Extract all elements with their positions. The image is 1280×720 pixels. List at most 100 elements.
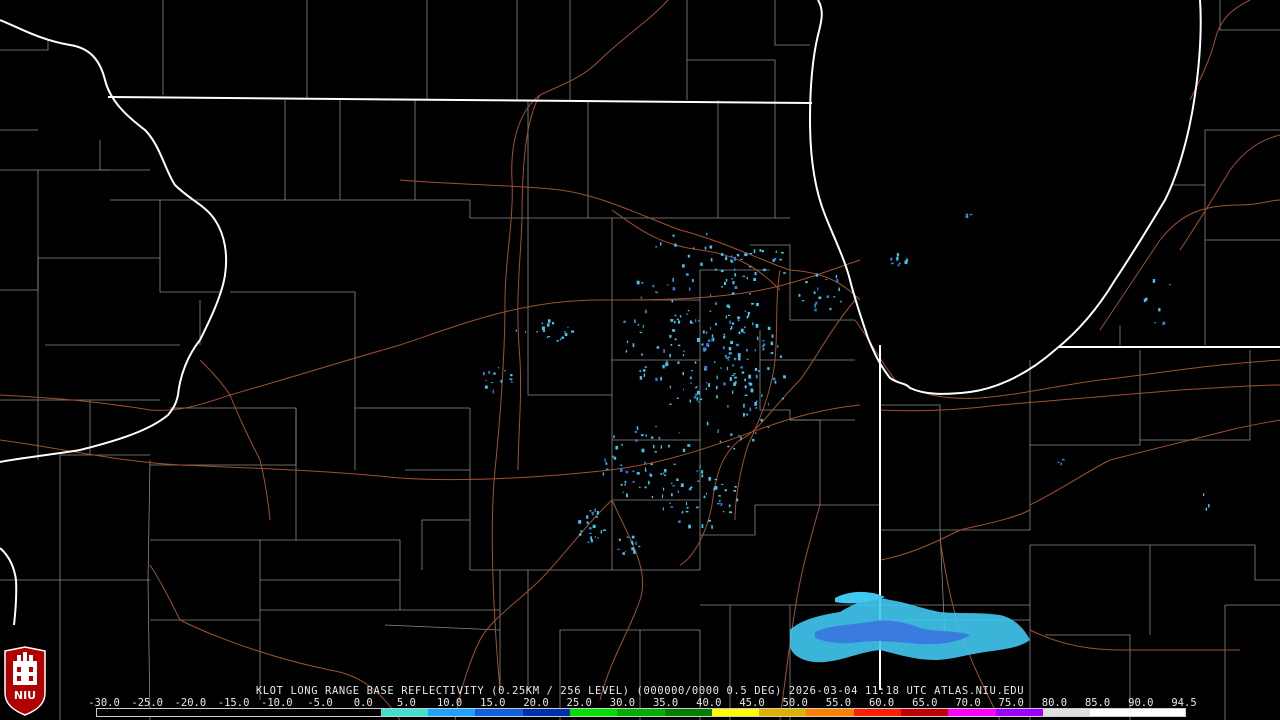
echo-speckle [635,439,638,442]
echo-speckle [651,436,654,439]
echo-speckle [624,483,626,486]
echo-speckle [695,319,697,323]
echo-speckle [563,331,566,333]
echo-speckle [718,499,721,503]
echo-speckle [727,445,730,448]
echo-speckle [672,277,674,282]
echo-speckle [696,506,699,509]
scale-bin [806,709,854,716]
echo-speckle [636,426,639,431]
echo-speckle [670,319,674,322]
echo-speckle [594,508,596,513]
echo-speckle [734,486,737,488]
echo-speckle [749,266,752,268]
echo-speckle [729,511,733,514]
echo-speckle [723,333,726,336]
echo-speckle [1061,458,1065,461]
echo-speckle [655,377,658,382]
echo-speckle [586,515,589,519]
echo-speckle [670,506,674,508]
echo-speckle [1162,322,1166,325]
echo-speckle [668,444,670,448]
echo-speckle [760,418,763,422]
echo-speckle [678,520,681,523]
echo-speckle [724,281,726,285]
echo-speckle [640,296,642,299]
product-title: KLOT LONG RANGE BASE REFLECTIVITY (0.25K… [255,685,1025,697]
echo-speckle [543,330,545,333]
echo-speckle [671,300,673,303]
echo-speckle [746,315,748,319]
echo-speckle [727,405,729,408]
echo-speckle [615,445,619,450]
echo-speckle [752,322,754,326]
echo-speckle [591,511,594,515]
echo-speckle [728,314,731,316]
echo-speckle [780,355,782,358]
echo-speckle [697,390,700,395]
echo-speckle [485,380,487,382]
echo-speckle [744,378,747,382]
echo-speckle [711,338,713,342]
echo-speckle [672,329,675,332]
echo-speckle [590,536,592,541]
echo-speckle [689,320,692,324]
echo-speckle [613,435,615,439]
echo-speckle [756,302,759,307]
echo-speckle [698,319,700,322]
echo-speckle [749,383,753,386]
echo-speckle [1205,507,1207,511]
echo-speckle [699,398,703,401]
echo-speckle [897,264,900,267]
echo-speckle [676,318,679,321]
echo-speckle [761,249,764,253]
echo-speckle [750,388,754,393]
echo-speckle [729,377,732,381]
echo-speckle [741,371,745,374]
echo-speckle [770,352,774,354]
echo-speckle [742,275,746,277]
echo-speckle [896,253,899,257]
echo-speckle [682,264,685,268]
echo-speckle [711,334,714,338]
echo-speckle [510,374,513,377]
echo-speckle [635,541,637,545]
echo-speckle [736,498,739,502]
scale-bin [144,709,192,716]
echo-speckle [783,375,786,379]
echo-speckle [589,532,592,534]
scale-bin [711,709,760,716]
echo-speckle [631,543,634,545]
echo-speckle [716,375,718,380]
echo-speckle [699,464,701,469]
echo-speckle [1208,503,1210,508]
echo-speckle [733,256,736,261]
echo-speckle [710,258,713,262]
echo-speckle [716,385,718,390]
scale-bin [1042,709,1091,716]
scale-bin [664,709,712,716]
echo-speckle [567,326,569,328]
echo-speckle [525,331,527,333]
scale-bin [475,709,523,716]
echo-speckle [763,268,766,272]
echo-speckle [755,407,758,409]
echo-speckle [725,357,729,359]
echo-speckle [744,394,748,396]
echo-speckle [754,402,757,406]
echo-speckle [737,353,741,357]
echo-speckle [605,468,609,470]
echo-speckle [564,332,568,337]
echo-speckle [746,413,749,416]
echo-speckle [730,328,732,330]
echo-speckle [740,366,743,369]
echo-speckle [483,372,485,376]
echo-speckle [730,433,733,436]
echo-speckle [670,344,673,346]
echo-speckle [677,344,681,347]
echo-speckle [678,432,680,434]
echo-speckle [669,403,672,405]
echo-speckle [701,524,704,528]
echo-speckle [774,380,777,384]
echo-speckle [639,376,643,380]
